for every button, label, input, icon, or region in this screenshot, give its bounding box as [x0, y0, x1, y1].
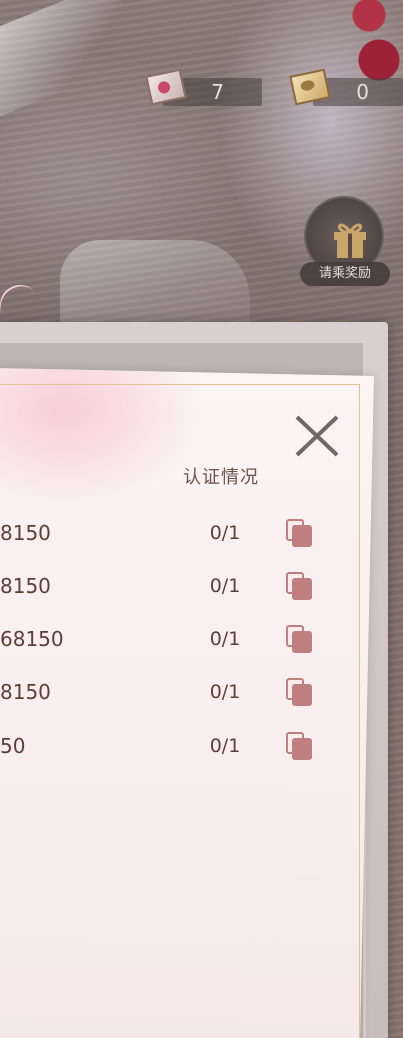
row-id: 8150 — [0, 574, 51, 598]
currency-value: 7 — [211, 80, 224, 104]
certification-status-header: 认证情况 — [183, 467, 259, 488]
copy-button[interactable] — [286, 572, 314, 602]
copy-button[interactable] — [286, 625, 314, 655]
copy-button[interactable] — [286, 678, 314, 708]
claim-reward-button[interactable]: 请乘奖励 — [300, 196, 390, 292]
table-row: 8150 0/1 — [0, 672, 360, 712]
row-id: 8150 — [0, 680, 51, 704]
row-status: 0/1 — [209, 681, 241, 703]
table-row: 8150 0/1 — [0, 513, 360, 553]
table-row: 8150 0/1 — [0, 566, 360, 606]
row-id: 8150 — [0, 521, 51, 545]
close-icon[interactable] — [293, 413, 341, 459]
currency-value: 0 — [356, 80, 369, 104]
table-row: 68150 0/1 — [0, 619, 360, 659]
gift-box-icon — [334, 223, 366, 258]
copy-button[interactable] — [286, 519, 314, 549]
row-status: 0/1 — [209, 735, 241, 757]
row-id: 68150 — [0, 627, 64, 651]
row-status: 0/1 — [209, 575, 241, 597]
claim-reward-label: 请乘奖励 — [300, 262, 390, 286]
veil-decoration — [60, 240, 250, 330]
row-id: 50 — [0, 734, 26, 758]
row-status: 0/1 — [209, 628, 241, 650]
copy-button[interactable] — [286, 732, 314, 762]
row-status: 0/1 — [209, 522, 241, 544]
table-row: 50 0/1 — [0, 726, 360, 766]
